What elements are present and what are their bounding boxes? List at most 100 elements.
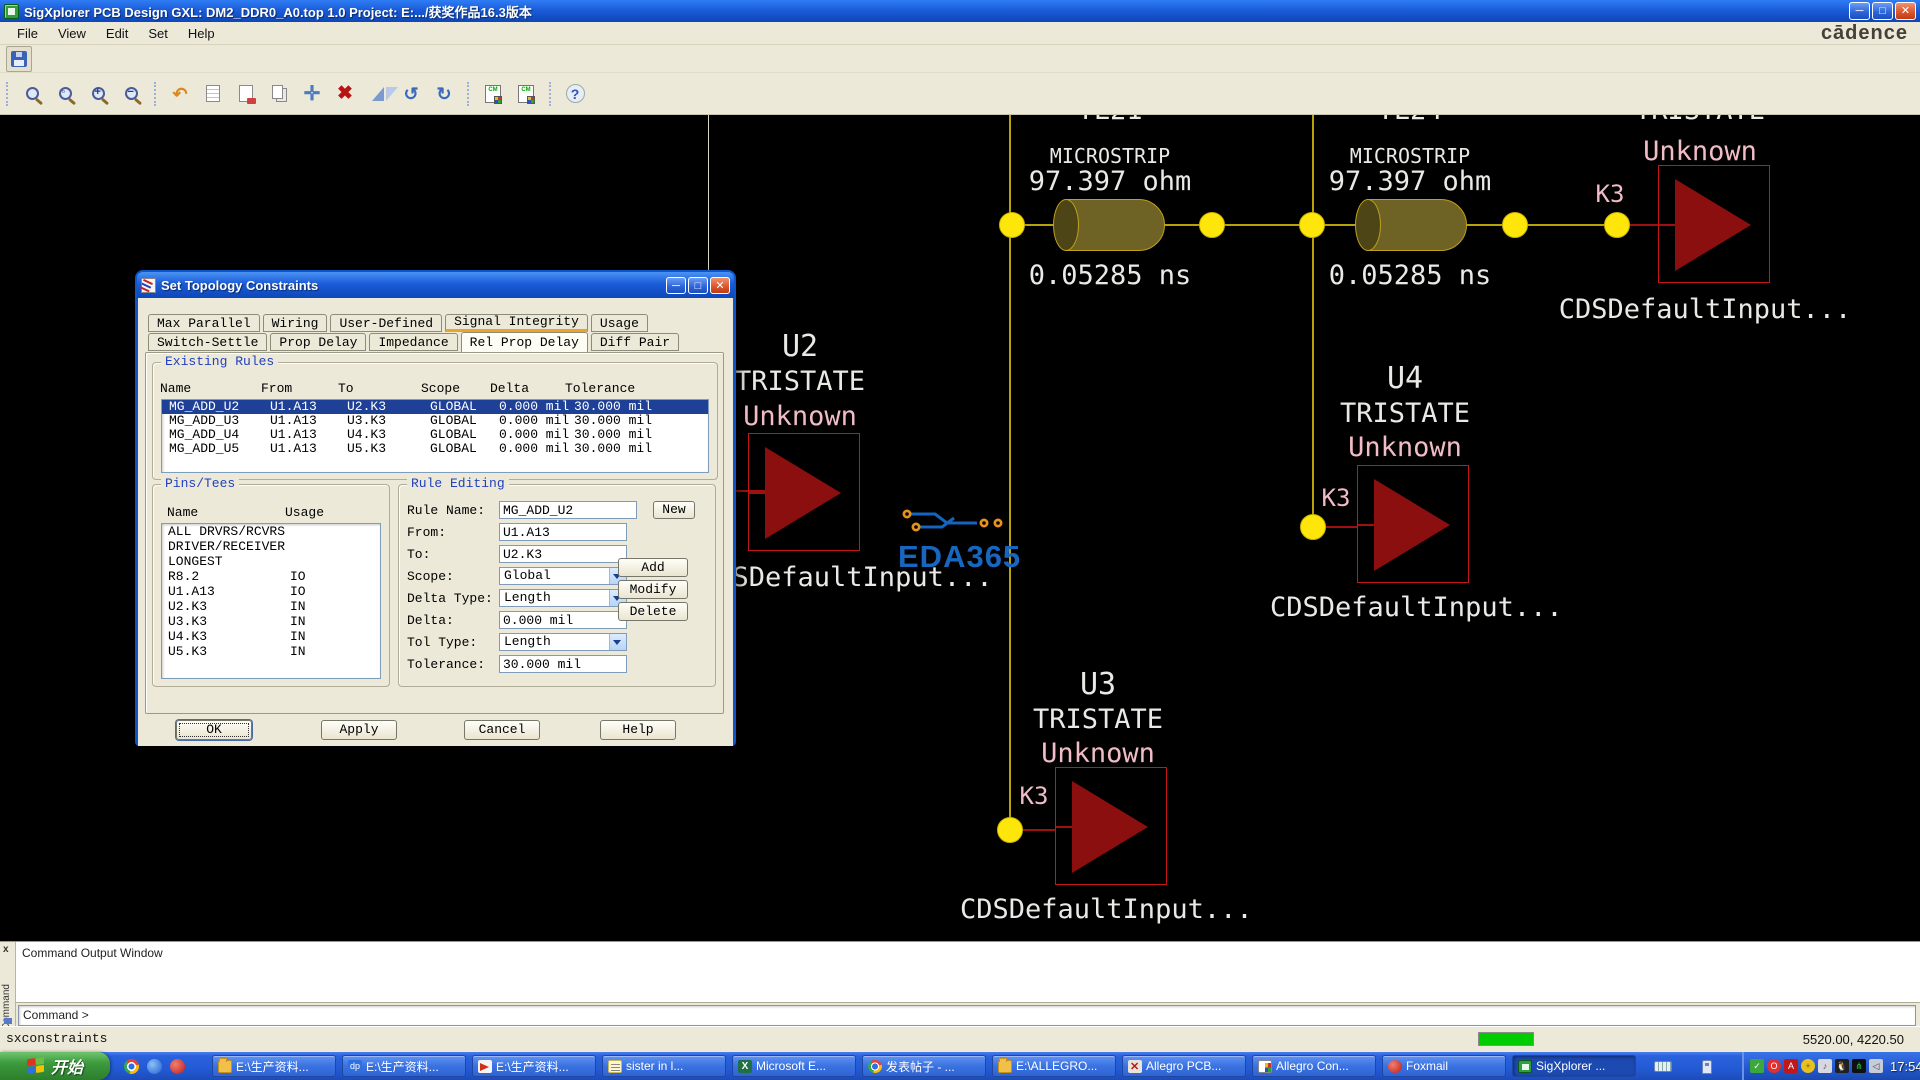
- tab-rel-prop-delay[interactable]: Rel Prop Delay: [461, 332, 588, 352]
- tab-user-defined[interactable]: User-Defined: [330, 314, 442, 332]
- net-node[interactable]: [1199, 212, 1225, 238]
- tray-pdf-icon[interactable]: A: [1784, 1059, 1798, 1073]
- minimize-button[interactable]: ─: [1849, 2, 1870, 20]
- tol-type-select[interactable]: Length: [499, 633, 627, 651]
- input-method-button[interactable]: [1646, 1057, 1680, 1076]
- menu-edit[interactable]: Edit: [97, 24, 137, 43]
- tray-notes-icon[interactable]: ✓: [1750, 1059, 1764, 1073]
- delta-input[interactable]: [499, 611, 627, 629]
- menu-view[interactable]: View: [49, 24, 95, 43]
- zoom-points-button[interactable]: ◦: [52, 81, 78, 107]
- dialog-titlebar[interactable]: Set Topology Constraints ─ □ ✕: [137, 272, 734, 298]
- taskbar-item-browser-post[interactable]: 发表帖子 - ...: [862, 1055, 986, 1077]
- pin-row[interactable]: ALL DRVRS/RCVRS: [162, 524, 380, 539]
- zoom-in-button[interactable]: +: [85, 81, 111, 107]
- tray-razer-icon[interactable]: ⋔: [1852, 1059, 1866, 1073]
- tray-volume-icon[interactable]: ◁: [1869, 1059, 1883, 1073]
- rotate-cw-button[interactable]: ↻: [431, 81, 457, 107]
- menu-set[interactable]: Set: [139, 24, 177, 43]
- rotate-ccw-button[interactable]: ↺: [398, 81, 424, 107]
- u2-buffer-symbol[interactable]: [748, 433, 860, 551]
- rule-row[interactable]: MG_ADD_U3 U1.A13 U3.K3 GLOBAL 0.000 mil …: [162, 414, 708, 428]
- dialog-close-button[interactable]: ✕: [710, 277, 730, 294]
- chrome-icon[interactable]: [124, 1059, 139, 1074]
- u3-buffer-symbol[interactable]: [1055, 767, 1167, 885]
- taskbar-item-allegro-pcb[interactable]: Allegro PCB...: [1122, 1055, 1246, 1077]
- pin-row[interactable]: U4.K3IN: [162, 629, 380, 644]
- rule-name-input[interactable]: [499, 501, 637, 519]
- dialog-maximize-button[interactable]: □: [688, 277, 708, 294]
- close-button[interactable]: ✕: [1895, 2, 1916, 20]
- usb-device-button[interactable]: [1690, 1057, 1724, 1076]
- rule-row[interactable]: MG_ADD_U4 U1.A13 U4.K3 GLOBAL 0.000 mil …: [162, 428, 708, 442]
- apply-button[interactable]: Apply: [321, 720, 397, 740]
- tray-update-icon[interactable]: +: [1801, 1059, 1815, 1073]
- chevron-down-icon[interactable]: [609, 634, 626, 650]
- erase-sheet-button[interactable]: [233, 81, 259, 107]
- pin-row[interactable]: DRIVER/RECEIVER: [162, 539, 380, 554]
- undo-button[interactable]: ↶: [167, 81, 193, 107]
- tray-browser-icon[interactable]: O: [1767, 1059, 1781, 1073]
- u3-pin-node[interactable]: [997, 817, 1023, 843]
- pins-tees-list[interactable]: ALL DRVRS/RCVRS DRIVER/RECEIVER LONGEST …: [161, 523, 381, 679]
- taskbar-clock[interactable]: 17:54: [1890, 1059, 1920, 1074]
- maximize-button[interactable]: □: [1872, 2, 1893, 20]
- cancel-button[interactable]: Cancel: [464, 720, 540, 740]
- from-input[interactable]: [499, 523, 627, 541]
- tray-qq-icon[interactable]: 🐧: [1835, 1059, 1849, 1073]
- delta-type-select[interactable]: Length: [499, 589, 627, 607]
- pin-row[interactable]: LONGEST: [162, 554, 380, 569]
- pin-row[interactable]: U3.K3IN: [162, 614, 380, 629]
- taskbar-item-sigxplorer[interactable]: SigXplorer ...: [1512, 1055, 1636, 1077]
- dialog-minimize-button[interactable]: ─: [666, 277, 686, 294]
- dock-grip-icon[interactable]: [4, 1018, 12, 1024]
- delete-rule-button[interactable]: Delete: [618, 602, 688, 621]
- move-button[interactable]: ✛: [299, 81, 325, 107]
- delete-button[interactable]: ✖: [332, 81, 358, 107]
- net-node[interactable]: [999, 212, 1025, 238]
- tab-signal-integrity[interactable]: Signal Integrity: [445, 314, 588, 332]
- scope-select[interactable]: Global: [499, 567, 627, 585]
- menu-help[interactable]: Help: [179, 24, 224, 43]
- worksheet-button[interactable]: [200, 81, 226, 107]
- net-node[interactable]: [1604, 212, 1630, 238]
- taskbar-item-ftp[interactable]: E:\生产资料...: [472, 1055, 596, 1077]
- modify-button[interactable]: Modify: [618, 580, 688, 599]
- u5-buffer-symbol[interactable]: [1658, 165, 1770, 283]
- constraint-update-button[interactable]: CM: [513, 81, 539, 107]
- tl1-microstrip-symbol[interactable]: [1053, 199, 1165, 251]
- tab-diff-pair[interactable]: Diff Pair: [591, 333, 679, 351]
- browser-icon[interactable]: [170, 1059, 185, 1074]
- close-icon[interactable]: x: [3, 944, 9, 955]
- taskbar-item-notepad[interactable]: sister in l...: [602, 1055, 726, 1077]
- command-input[interactable]: Command >: [18, 1005, 1916, 1026]
- to-input[interactable]: [499, 545, 627, 563]
- rule-row[interactable]: MG_ADD_U5 U1.A13 U5.K3 GLOBAL 0.000 mil …: [162, 442, 708, 456]
- taskbar-item-allegro-folder[interactable]: E:\ALLEGRO...: [992, 1055, 1116, 1077]
- copy-button[interactable]: [266, 81, 292, 107]
- tray-audio-manager-icon[interactable]: ♪: [1818, 1059, 1832, 1073]
- taskbar-item-excel[interactable]: XMicrosoft E...: [732, 1055, 856, 1077]
- u4-buffer-symbol[interactable]: [1357, 465, 1469, 583]
- tab-prop-delay[interactable]: Prop Delay: [270, 333, 366, 351]
- pin-row[interactable]: R8.2IO: [162, 569, 380, 584]
- start-button[interactable]: 开始: [0, 1052, 110, 1080]
- tab-impedance[interactable]: Impedance: [369, 333, 457, 351]
- zoom-out-button[interactable]: −: [118, 81, 144, 107]
- help-button[interactable]: ?: [562, 81, 588, 107]
- messenger-icon[interactable]: [147, 1059, 162, 1074]
- add-button[interactable]: Add: [618, 558, 688, 577]
- tl2-microstrip-symbol[interactable]: [1355, 199, 1467, 251]
- command-output-pane[interactable]: Command Output Window: [16, 942, 1920, 1003]
- pin-row[interactable]: U1.A13IO: [162, 584, 380, 599]
- tab-max-parallel[interactable]: Max Parallel: [148, 314, 260, 332]
- ok-button[interactable]: OK: [176, 720, 252, 740]
- taskbar-item-explorer-1[interactable]: E:\生产资料...: [212, 1055, 336, 1077]
- rule-row[interactable]: MG_ADD_U2 U1.A13 U2.K3 GLOBAL 0.000 mil …: [162, 400, 708, 414]
- existing-rules-list[interactable]: MG_ADD_U2 U1.A13 U2.K3 GLOBAL 0.000 mil …: [161, 399, 709, 473]
- zoom-fit-button[interactable]: [19, 81, 45, 107]
- constraint-manager-button[interactable]: CM: [480, 81, 506, 107]
- taskbar-item-foxmail[interactable]: Foxmail: [1382, 1055, 1506, 1077]
- new-button[interactable]: New: [653, 501, 695, 519]
- menu-file[interactable]: File: [8, 24, 47, 43]
